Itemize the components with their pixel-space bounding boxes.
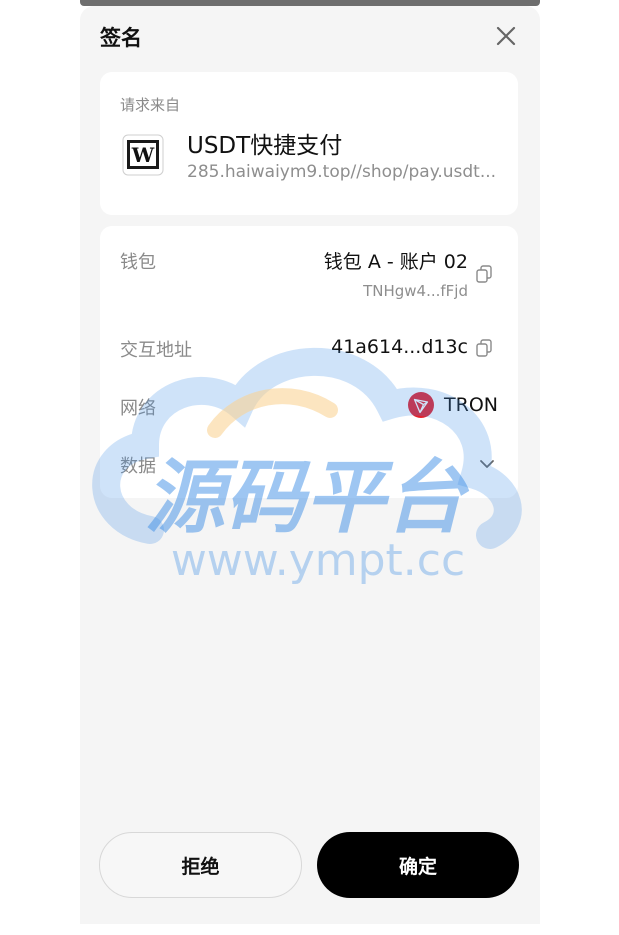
sign-sheet: 签名 请求来自 W USDT快捷支付 285.haiwaiym9.top//sh… [80, 6, 540, 935]
reject-button-label: 拒绝 [181, 855, 220, 878]
request-source-label: 请求来自 [120, 96, 181, 114]
close-icon[interactable] [492, 22, 520, 50]
wallet-address: TNHgw4...fFjd [363, 282, 468, 300]
confirm-button-label: 确定 [398, 855, 437, 878]
data-label: 数据 [120, 456, 156, 477]
chevron-down-icon[interactable] [478, 458, 496, 470]
bottom-band [80, 924, 540, 935]
page-title: 签名 [100, 26, 142, 50]
app-url: 285.haiwaiym9.top//shop/pay.usdt... [187, 162, 497, 182]
contract-address: 41a614...d13c [331, 336, 468, 358]
confirm-button[interactable]: 确定 [317, 832, 519, 898]
app-logo-icon: W [122, 134, 164, 176]
request-source-card: 请求来自 W USDT快捷支付 285.haiwaiym9.top//shop/… [100, 72, 518, 215]
copy-contract-icon[interactable] [476, 339, 492, 357]
reject-button[interactable]: 拒绝 [99, 832, 302, 898]
network-name: TRON [444, 394, 498, 416]
svg-text:W: W [131, 143, 155, 167]
wallet-label: 钱包 [120, 252, 156, 273]
network-label: 网络 [120, 398, 156, 419]
app-name: USDT快捷支付 [187, 133, 343, 159]
details-card: 钱包 钱包 A - 账户 02 TNHgw4...fFjd 交互地址 41a61… [100, 226, 518, 498]
wallet-name: 钱包 A - 账户 02 [323, 251, 468, 273]
network-value: TRON [408, 392, 498, 418]
tron-icon [408, 392, 435, 418]
contract-label: 交互地址 [120, 340, 192, 361]
copy-wallet-icon[interactable] [476, 265, 492, 283]
